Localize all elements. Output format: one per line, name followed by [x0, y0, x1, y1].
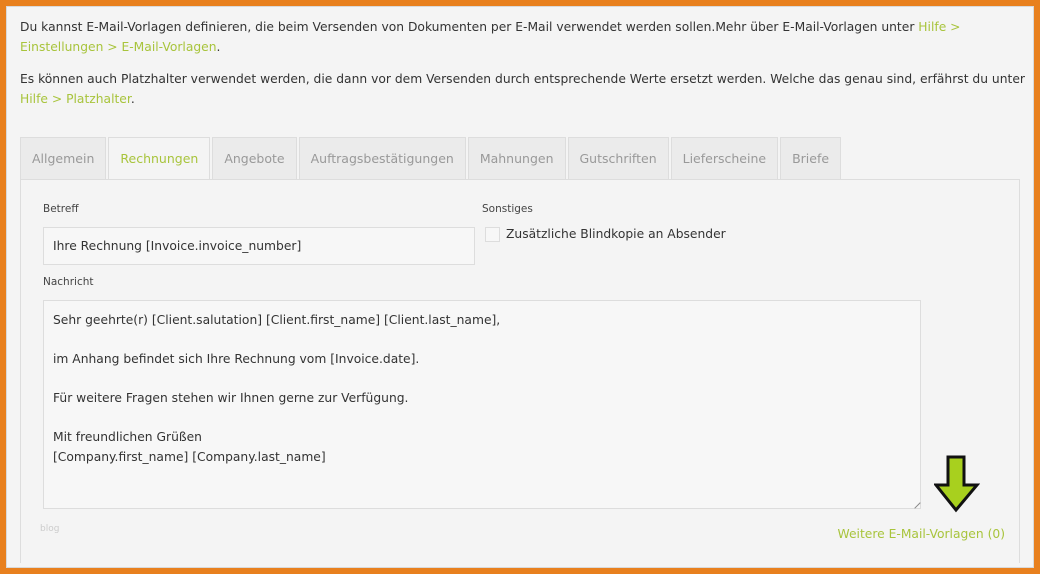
- intro-text: Du kannst E-Mail-Vorlagen definieren, di…: [20, 20, 919, 34]
- other-label: Sonstiges: [482, 203, 533, 215]
- message-label: Nachricht: [43, 276, 94, 288]
- subject-input[interactable]: [43, 227, 475, 265]
- intro-paragraph-templates: Du kannst E-Mail-Vorlagen definieren, di…: [20, 17, 1025, 57]
- message-textarea[interactable]: Sehr geehrte(r) [Client.salutation] [Cli…: [43, 300, 921, 509]
- watermark: blog: [40, 524, 60, 534]
- tab-briefe[interactable]: Briefe: [780, 137, 842, 179]
- tab-allgemein[interactable]: Allgemein: [20, 137, 107, 179]
- message-wrapper: Sehr geehrte(r) [Client.salutation] [Cli…: [43, 300, 921, 509]
- intro-end: .: [216, 40, 221, 54]
- bcc-label[interactable]: Zusätzliche Blindkopie an Absender: [506, 227, 726, 241]
- tab-angebote[interactable]: Angebote: [212, 137, 297, 179]
- arrow-down-icon: [934, 455, 980, 513]
- template-tabs: Allgemein Rechnungen Angebote Auftragsbe…: [20, 137, 842, 180]
- bcc-checkbox[interactable]: [485, 227, 500, 242]
- intro-end: .: [130, 92, 135, 106]
- intro-text: Es können auch Platzhalter verwendet wer…: [20, 72, 1025, 86]
- tab-lieferscheine[interactable]: Lieferscheine: [670, 137, 779, 179]
- page-frame: Du kannst E-Mail-Vorlagen definieren, di…: [6, 6, 1034, 568]
- tab-mahnungen[interactable]: Mahnungen: [467, 137, 566, 179]
- more-templates-link[interactable]: Weitere E-Mail-Vorlagen (0): [838, 527, 1005, 541]
- subject-label: Betreff: [43, 203, 79, 215]
- tab-rechnungen[interactable]: Rechnungen: [108, 137, 211, 180]
- tab-gutschriften[interactable]: Gutschriften: [567, 137, 669, 179]
- intro-paragraph-placeholders: Es können auch Platzhalter verwendet wer…: [20, 69, 1025, 109]
- tab-panel: Betreff Sonstiges Zusätzliche Blindkopie…: [20, 179, 1020, 563]
- tab-auftragsbestaetigungen[interactable]: Auftragsbestätigungen: [298, 137, 466, 179]
- help-placeholders-link[interactable]: Hilfe > Platzhalter: [20, 92, 131, 106]
